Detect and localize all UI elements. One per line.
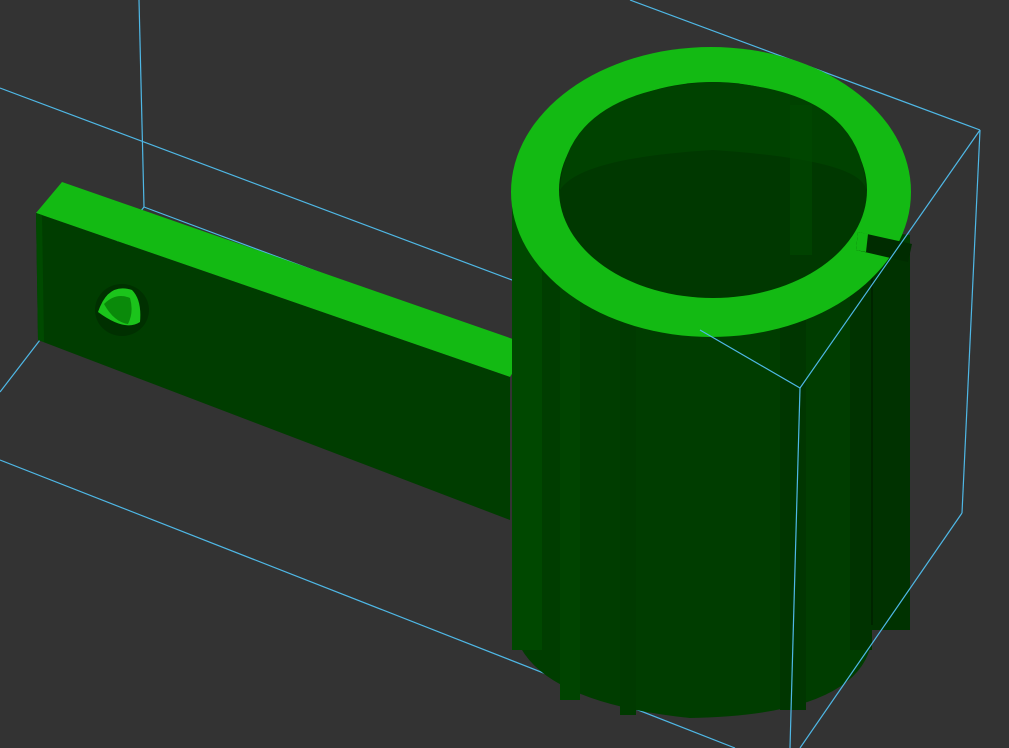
slot-face (872, 255, 910, 630)
cylinder-shade-band (560, 230, 580, 700)
scene-svg[interactable] (0, 0, 1009, 748)
cylinder-shade-band (850, 250, 872, 650)
bore-shade (790, 105, 812, 255)
cylinder-shade-band (512, 210, 542, 650)
cylinder-clamp-part[interactable] (511, 47, 912, 718)
ring-slot-edge (856, 232, 868, 252)
3d-viewport[interactable] (0, 0, 1009, 748)
